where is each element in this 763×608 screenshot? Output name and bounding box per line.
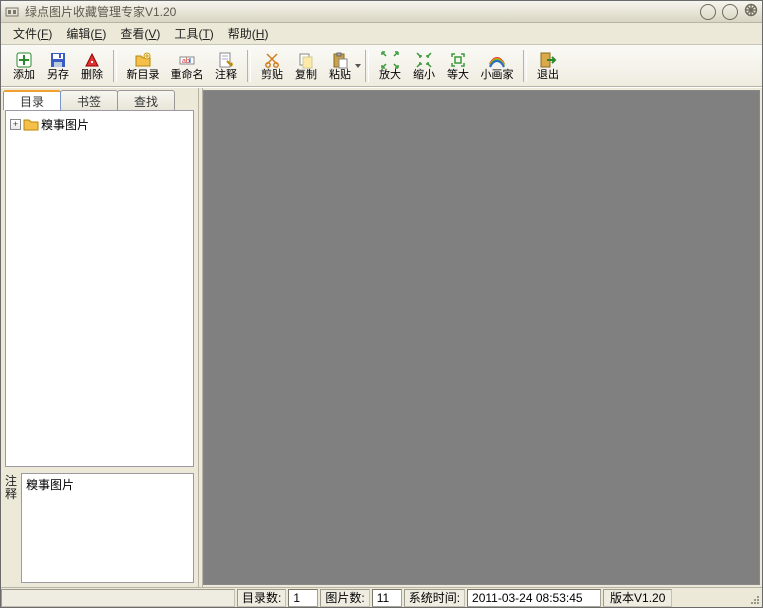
menu-edit[interactable]: 编辑(E) <box>60 23 112 44</box>
status-version: 版本V1.20 <box>603 589 672 607</box>
toolbar-separator <box>247 48 251 84</box>
status-dir-label: 目录数: <box>237 589 286 607</box>
zoom-actual-icon <box>449 51 467 69</box>
image-view-area[interactable] <box>203 90 760 585</box>
maximize-button[interactable] <box>722 4 738 20</box>
status-spacer <box>1 589 235 607</box>
toolbar-copy[interactable]: 复制 <box>289 46 323 86</box>
minimize-button[interactable] <box>700 4 716 20</box>
tab-bookmark[interactable]: 书签 <box>60 90 118 110</box>
note-icon <box>217 51 235 69</box>
toolbar-add[interactable]: 添加 <box>7 46 41 86</box>
menu-bar: 文件(F) 编辑(E) 查看(V) 工具(T) 帮助(H) <box>1 23 762 45</box>
notes-label: 注 释 <box>5 473 19 583</box>
tab-search[interactable]: 查找 <box>117 90 175 110</box>
svg-text:ab: ab <box>182 58 190 65</box>
directory-tree[interactable]: + 糗事图片 <box>5 110 194 467</box>
tab-directory[interactable]: 目录 <box>3 90 61 110</box>
zoom-in-icon <box>381 51 399 69</box>
status-img-value: 11 <box>372 589 402 607</box>
tree-item-label: 糗事图片 <box>41 116 89 133</box>
delete-icon <box>83 51 101 69</box>
toolbar-newdir[interactable]: 新目录 <box>121 46 165 86</box>
exit-icon <box>539 51 557 69</box>
menu-view[interactable]: 查看(V) <box>114 23 166 44</box>
toolbar-zoom-in[interactable]: 放大 <box>373 46 407 86</box>
notes-panel: 注 释 糗事图片 <box>5 473 194 583</box>
status-dir-value: 1 <box>288 589 318 607</box>
window-title: 绿点图片收藏管理专家V1.20 <box>25 3 700 20</box>
toolbar-rename[interactable]: ab 重命名 <box>165 46 209 86</box>
toolbar-zoom-actual[interactable]: 等大 <box>441 46 475 86</box>
toolbar-separator <box>113 48 117 84</box>
copy-icon <box>297 51 315 69</box>
toolbar-paste[interactable]: 粘贴 <box>323 46 357 86</box>
toolbar-cut[interactable]: 剪贴 <box>255 46 289 86</box>
title-bar: 绿点图片收藏管理专家V1.20 <box>1 1 762 23</box>
new-folder-icon <box>134 51 152 69</box>
expand-toggle-icon[interactable]: + <box>10 119 21 130</box>
menu-tool[interactable]: 工具(T) <box>168 23 219 44</box>
toolbar-zoom-out[interactable]: 缩小 <box>407 46 441 86</box>
plus-icon <box>15 51 33 69</box>
zoom-out-icon <box>415 51 433 69</box>
toolbar-painter[interactable]: 小画家 <box>475 46 519 86</box>
toolbar-paste-dropdown[interactable] <box>355 46 361 86</box>
app-window: 绿点图片收藏管理专家V1.20 文件(F) 编辑(E) 查看(V) 工具(T) … <box>0 0 763 608</box>
status-time-label: 系统时间: <box>404 589 465 607</box>
toolbar: 添加 另存 删除 新目录 ab 重命名 注释 剪贴 复制 <box>1 45 762 87</box>
toolbar-saveas[interactable]: 另存 <box>41 46 75 86</box>
sidebar: 目录 书签 查找 + 糗事图片 注 释 糗事图片 <box>1 88 199 587</box>
toolbar-annotate[interactable]: 注释 <box>209 46 243 86</box>
rename-icon: ab <box>178 51 196 69</box>
toolbar-separator <box>365 48 369 84</box>
toolbar-separator <box>523 48 527 84</box>
toolbar-exit[interactable]: 退出 <box>531 46 565 86</box>
app-icon <box>5 5 19 19</box>
save-icon <box>49 51 67 69</box>
toolbar-delete[interactable]: 删除 <box>75 46 109 86</box>
tree-item[interactable]: + 糗事图片 <box>10 115 189 133</box>
paste-icon <box>331 51 349 69</box>
resize-grip[interactable] <box>748 589 762 607</box>
main-area: 目录 书签 查找 + 糗事图片 注 释 糗事图片 <box>1 87 762 587</box>
sidebar-tabs: 目录 书签 查找 <box>1 88 198 110</box>
window-controls <box>700 3 758 20</box>
notes-textarea[interactable]: 糗事图片 <box>21 473 194 583</box>
menu-file[interactable]: 文件(F) <box>7 23 58 44</box>
menu-help[interactable]: 帮助(H) <box>222 23 275 44</box>
cut-icon <box>263 51 281 69</box>
painter-icon <box>488 51 506 69</box>
folder-icon <box>23 117 39 131</box>
status-time-value: 2011-03-24 08:53:45 <box>467 589 601 607</box>
close-button[interactable] <box>744 3 758 20</box>
status-bar: 目录数: 1 图片数: 11 系统时间: 2011-03-24 08:53:45… <box>1 587 762 607</box>
status-img-label: 图片数: <box>320 589 369 607</box>
